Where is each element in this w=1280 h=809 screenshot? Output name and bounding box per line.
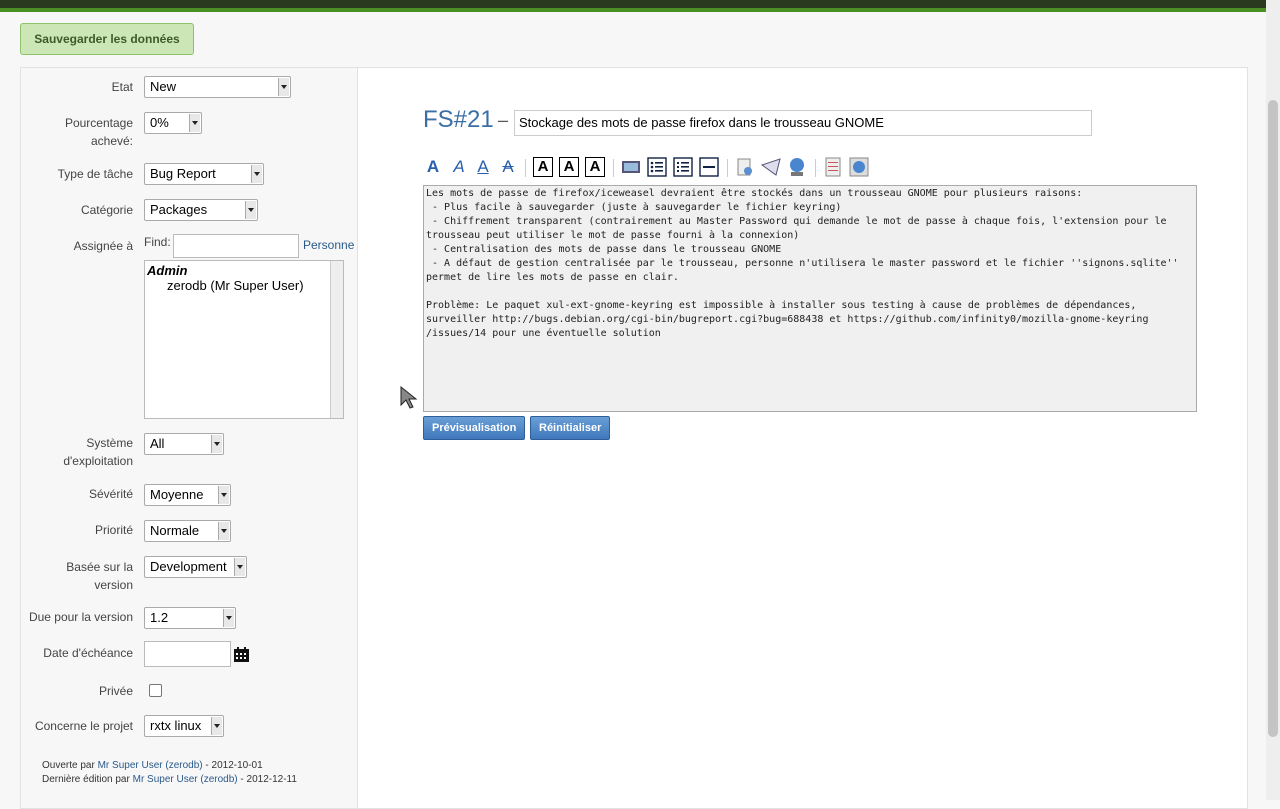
severite-value: Moyenne — [150, 487, 204, 502]
echeance-label: Date d'échéance — [43, 646, 133, 660]
edited-user-link[interactable]: Mr Super User (zerodb) — [133, 774, 238, 785]
chevron-down-icon — [234, 558, 245, 576]
horizontal-rule-icon[interactable] — [699, 157, 719, 177]
due-select[interactable]: 1.2 — [144, 607, 236, 629]
task-id: FS#21 — [423, 106, 494, 133]
etat-label: Etat — [111, 80, 133, 94]
web-link-icon[interactable] — [787, 157, 807, 177]
numbered-list-icon[interactable] — [673, 157, 693, 177]
basee-value: Development — [150, 559, 227, 574]
priorite-select[interactable]: Normale — [144, 520, 231, 542]
h3-icon[interactable]: A — [585, 157, 605, 177]
description-textarea[interactable]: Les mots de passe de firefox/iceweasel d… — [423, 185, 1197, 412]
systeme-value: All — [150, 436, 165, 451]
type-label: Type de tâche — [57, 167, 133, 181]
link-icon[interactable] — [735, 157, 755, 177]
etat-value: New — [150, 79, 177, 94]
privee-label: Privée — [98, 684, 133, 698]
projet-select[interactable]: rxtx linux — [144, 715, 224, 737]
pourcentage-value: 0% — [150, 115, 169, 130]
priorite-label: Priorité — [94, 523, 133, 537]
etat-select[interactable]: New — [144, 76, 291, 98]
email-icon[interactable] — [761, 157, 781, 177]
systeme-label: Système d'exploitation — [63, 436, 133, 468]
assignee-label: Assignée à — [73, 239, 133, 253]
bold-a-icon[interactable]: A — [423, 157, 443, 177]
assignee-find-input[interactable] — [173, 234, 299, 258]
top-bar — [0, 0, 1280, 12]
h1-icon[interactable]: A — [533, 157, 553, 177]
group-admin: Admin — [147, 263, 188, 278]
bullet-list-icon[interactable] — [647, 157, 667, 177]
projet-label: Concerne le projet — [34, 719, 133, 733]
projet-value: rxtx linux — [150, 718, 202, 733]
severite-select[interactable]: Moyenne — [144, 484, 231, 506]
preview-button[interactable]: Prévisualisation — [423, 416, 526, 440]
categorie-label: Catégorie — [80, 203, 133, 217]
basee-label: Basée sur la version — [66, 560, 133, 592]
due-value: 1.2 — [150, 610, 169, 625]
type-value: Bug Report — [150, 166, 216, 181]
opened-user-link[interactable]: Mr Super User (zerodb) — [98, 760, 203, 771]
categorie-value: Packages — [150, 202, 208, 217]
edited-by: Dernière édition par Mr Super User (zero… — [42, 774, 297, 785]
basee-select[interactable]: Development — [144, 556, 247, 578]
user-option[interactable]: zerodb (Mr Super User) — [167, 278, 304, 293]
chevron-down-icon — [223, 609, 234, 627]
summary-input[interactable]: Stockage des mots de passe firefox dans … — [514, 110, 1092, 136]
chevron-down-icon — [211, 717, 222, 735]
pourcentage-label: Pourcentage achevé: — [64, 116, 133, 148]
title-dash: – — [498, 110, 509, 130]
list-scrollbar[interactable] — [330, 261, 343, 418]
code-icon[interactable] — [823, 157, 843, 177]
chevron-down-icon — [278, 78, 289, 96]
find-label: Find: — [144, 235, 171, 249]
strike-a-icon[interactable]: A — [498, 157, 518, 177]
chevron-down-icon — [189, 114, 200, 132]
italic-a-icon[interactable]: A — [449, 157, 469, 177]
systeme-select[interactable]: All — [144, 433, 224, 455]
opened-by: Ouverte par Mr Super User (zerodb) - 201… — [42, 760, 263, 771]
due-date-input[interactable] — [144, 641, 231, 667]
chevron-down-icon — [218, 486, 229, 504]
personne-link[interactable]: Personne — [303, 238, 354, 252]
categorie-select[interactable]: Packages — [144, 199, 258, 221]
task-properties: Etat New Pourcentage achevé: 0% Type de t… — [21, 68, 358, 808]
image-icon[interactable] — [621, 157, 641, 177]
calendar-icon[interactable] — [233, 646, 250, 663]
pourcentage-select[interactable]: 0% — [144, 112, 202, 134]
chevron-down-icon — [218, 522, 229, 540]
h2-icon[interactable]: A — [559, 157, 579, 177]
priorite-value: Normale — [150, 523, 200, 538]
due-label: Due pour la version — [28, 610, 133, 624]
chevron-down-icon — [245, 201, 256, 219]
task-panel: Etat New Pourcentage achevé: 0% Type de t… — [20, 67, 1248, 809]
underline-a-icon[interactable]: A — [473, 157, 493, 177]
editor-toolbar: A A A A A A A — [423, 157, 883, 179]
type-select[interactable]: Bug Report — [144, 163, 264, 185]
reset-button[interactable]: Réinitialiser — [530, 416, 611, 440]
preview-icon[interactable] — [849, 157, 869, 177]
page-scrollbar[interactable] — [1266, 0, 1280, 800]
chevron-down-icon — [211, 435, 222, 453]
severite-label: Sévérité — [88, 487, 133, 501]
scrollbar-thumb[interactable] — [1268, 100, 1278, 737]
chevron-down-icon — [251, 165, 262, 183]
private-checkbox[interactable] — [149, 684, 162, 697]
save-data-button[interactable]: Sauvegarder les données — [20, 23, 194, 55]
mouse-cursor-icon — [400, 385, 418, 409]
assignee-list[interactable]: Admin zerodb (Mr Super User) — [144, 260, 344, 419]
